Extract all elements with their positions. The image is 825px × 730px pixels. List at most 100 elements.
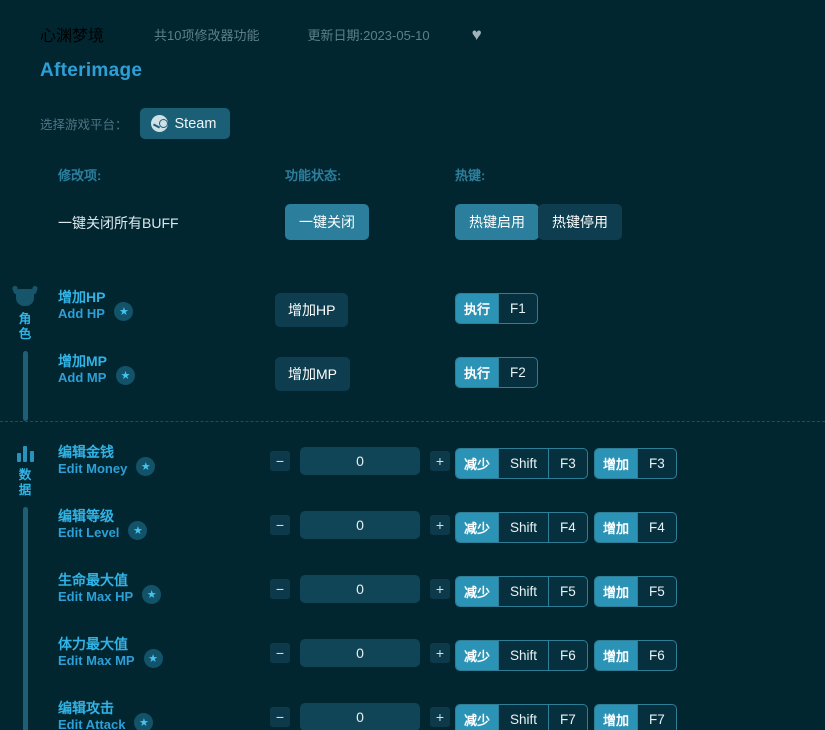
buff-toggle-button[interactable]: 一键关闭 — [285, 204, 369, 240]
favorite-star-icon[interactable]: ★ — [143, 649, 163, 668]
hotkey-action-label: 增加 — [595, 705, 638, 730]
feature-label-cn: 编辑金钱 — [58, 444, 114, 460]
feature-label-stack: 编辑金钱 Edit Money — [58, 444, 127, 477]
feature-label-stack: 生命最大值 Edit Max HP — [58, 572, 133, 605]
hotkey-increase-group[interactable]: 增加 F6 — [594, 640, 677, 671]
group-character: 角 色增加HP Add HP ★ 增加HP 执行 F1 增加MP Add MP ★ 增加MP 执行 F… — [0, 279, 825, 421]
feature-label-en: Edit Max MP — [58, 653, 135, 669]
feature-label-en: Add HP — [58, 306, 105, 322]
favorite-star-icon[interactable]: ★ — [134, 713, 154, 730]
hotkey-key-label: F6 — [548, 641, 587, 670]
hotkey-key-label: F4 — [637, 513, 676, 542]
stepper-value-input[interactable] — [300, 447, 420, 475]
hotkey-decrease-group[interactable]: 减少 Shift F3 — [455, 448, 588, 479]
hotkey-action-label: 执行 — [456, 294, 499, 323]
title-row: 心渊梦境 共10项修改器功能 更新日期:2023-05-10 ♥ — [40, 18, 825, 50]
hotkey-execute-group[interactable]: 执行 F2 — [455, 357, 538, 388]
hotkey-key-label: F7 — [548, 705, 587, 730]
favorite-star-icon[interactable]: ★ — [116, 366, 135, 385]
column-header-status: 功能状态: — [285, 168, 342, 183]
heart-icon[interactable]: ♥ — [472, 26, 482, 43]
hotkey-modifier-label: Shift — [498, 449, 548, 478]
hotkey-key-label: F4 — [548, 513, 587, 542]
hotkey-action-label: 减少 — [456, 705, 499, 730]
hotkey-modifier-label: Shift — [498, 641, 548, 670]
feature-labels: 增加MP Add MP ★ — [58, 353, 135, 386]
platform-selector-row: 选择游戏平台： Steam — [0, 108, 825, 139]
feature-label-cn: 编辑攻击 — [58, 700, 114, 716]
feature-label-en: Add MP — [58, 370, 107, 386]
hotkey-modifier-label: Shift — [498, 577, 548, 606]
app-header: 心渊梦境 共10项修改器功能 更新日期:2023-05-10 ♥ Afterim… — [0, 0, 825, 82]
stepper-decrement-button[interactable]: − — [270, 579, 290, 599]
hotkey-action-label: 增加 — [595, 641, 638, 670]
hotkey-increase-group[interactable]: 增加 F3 — [594, 448, 677, 479]
hotkey-increase-group[interactable]: 增加 F4 — [594, 512, 677, 543]
hotkey-action-label: 减少 — [456, 513, 499, 542]
stepper-value-input[interactable] — [300, 703, 420, 730]
stepper-increment-button[interactable]: + — [430, 707, 450, 727]
stepper-decrement-button[interactable]: − — [270, 707, 290, 727]
feature-action-button[interactable]: 增加MP — [275, 357, 350, 391]
hotkey-increase-group[interactable]: 增加 F5 — [594, 576, 677, 607]
hotkey-increase-group[interactable]: 增加 F7 — [594, 704, 677, 730]
action-column: 增加HP — [275, 293, 349, 327]
feature-row: 编辑攻击Edit Attack★−+减少ShiftF7增加F7 — [0, 690, 825, 730]
hotkey-modifier-label: Shift — [498, 513, 548, 542]
feature-labels: 编辑等级 Edit Level ★ — [58, 508, 148, 541]
hotkey-action-label: 增加 — [595, 449, 638, 478]
feature-label-en: Edit Money — [58, 461, 128, 477]
platform-label: 选择游戏平台： — [40, 118, 128, 132]
hotkey-decrease-group[interactable]: 减少 Shift F4 — [455, 512, 588, 543]
hotkey-decrease-group[interactable]: 减少 Shift F5 — [455, 576, 588, 607]
feature-label-cn: 增加HP — [58, 289, 106, 305]
platform-steam-button[interactable]: Steam — [139, 108, 231, 139]
hotkey-key-label: F6 — [637, 641, 676, 670]
hotkey-execute-group[interactable]: 执行 F1 — [455, 293, 538, 324]
value-stepper: −+ — [270, 639, 450, 667]
feature-label-stack: 增加HP Add HP — [58, 289, 105, 322]
feature-label-cn: 增加MP — [58, 353, 107, 369]
group-separator — [0, 421, 825, 422]
feature-row: 编辑等级Edit Level★−+减少ShiftF4增加F4 — [0, 498, 825, 562]
feature-labels: 体力最大值 Edit Max MP ★ — [58, 636, 163, 669]
hotkey-key-label: F1 — [498, 294, 537, 323]
hotkey-decrease-group[interactable]: 减少 Shift F7 — [455, 704, 588, 730]
hotkey-enable-button[interactable]: 热键启用 — [455, 204, 539, 240]
favorite-star-icon[interactable]: ★ — [114, 302, 134, 321]
value-stepper: −+ — [270, 511, 450, 539]
hotkey-action-label: 增加 — [595, 577, 638, 606]
column-headers: 修改项: 功能状态: 热键: — [0, 165, 825, 187]
feature-label-stack: 编辑攻击 Edit Attack — [58, 700, 125, 730]
feature-label-cn: 体力最大值 — [58, 636, 128, 652]
stepper-value-input[interactable] — [300, 511, 420, 539]
stepper-decrement-button[interactable]: − — [270, 515, 290, 535]
hotkey-action-label: 减少 — [456, 641, 499, 670]
feature-labels: 编辑攻击 Edit Attack ★ — [58, 700, 154, 730]
hotkey-disable-button[interactable]: 热键停用 — [538, 204, 622, 240]
feature-row: 编辑金钱Edit Money ★ − +减少ShiftF3增加F3 — [0, 434, 825, 498]
hotkey-action-label: 执行 — [456, 358, 499, 387]
hotkey-decrease-group[interactable]: 减少 Shift F6 — [455, 640, 588, 671]
feature-count-label: 共10项修改器功能 — [154, 27, 260, 43]
stepper-increment-button[interactable]: + — [430, 643, 450, 663]
feature-labels: 生命最大值 Edit Max HP ★ — [58, 572, 162, 605]
stepper-increment-button[interactable]: + — [430, 451, 450, 471]
feature-labels: 编辑金钱 Edit Money ★ — [58, 444, 156, 477]
stepper-decrement-button[interactable]: − — [270, 451, 290, 471]
feature-action-button[interactable]: 增加HP — [275, 293, 349, 327]
stepper-value-input[interactable] — [300, 639, 420, 667]
feature-label-cn: 生命最大值 — [58, 572, 128, 588]
stepper-increment-button[interactable]: + — [430, 515, 450, 535]
column-header-hotkey: 热键: — [455, 168, 486, 183]
favorite-star-icon[interactable]: ★ — [136, 457, 156, 476]
steam-icon — [150, 115, 168, 132]
favorite-star-icon[interactable]: ★ — [142, 585, 162, 604]
favorite-star-icon[interactable]: ★ — [128, 521, 148, 540]
stepper-increment-button[interactable]: + — [430, 579, 450, 599]
buff-row: 一键关闭所有BUFF 一键关闭 热键启用 热键停用 — [0, 203, 825, 249]
stepper-decrement-button[interactable]: − — [270, 643, 290, 663]
favorite-button[interactable]: ♥ — [472, 26, 482, 43]
hotkey-modifier-label: Shift — [498, 705, 548, 730]
stepper-value-input[interactable] — [300, 575, 420, 603]
